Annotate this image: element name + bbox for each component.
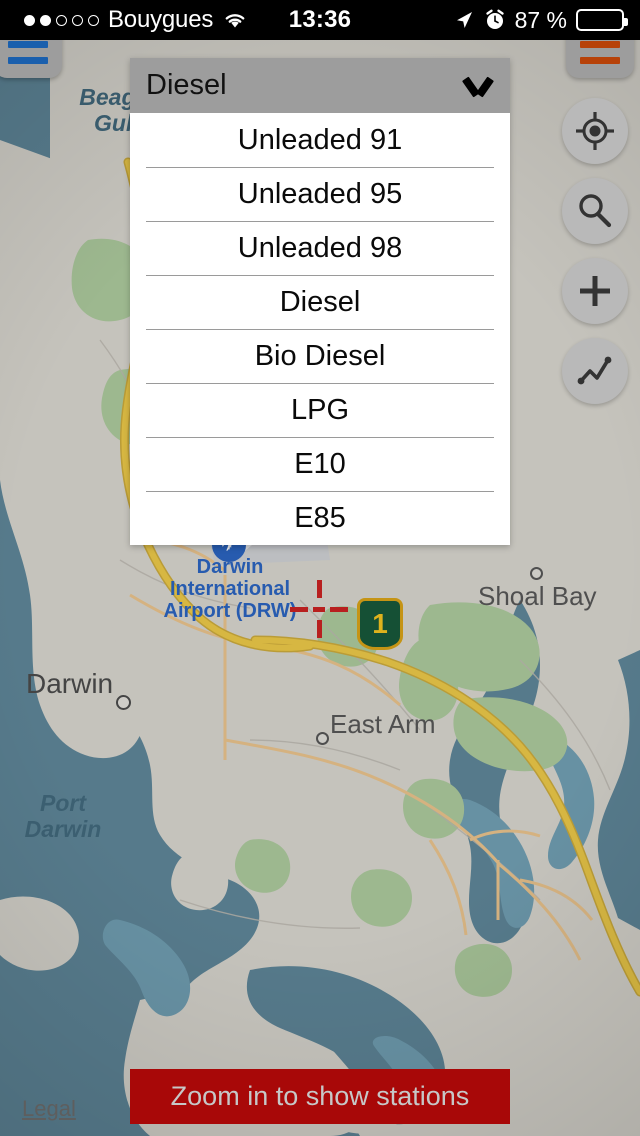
location-arrow-icon: [456, 12, 472, 28]
alarm-clock-icon: [485, 9, 504, 29]
fuel-option-unleaded-91[interactable]: Unleaded 91: [130, 113, 510, 167]
price-trend-button[interactable]: [562, 338, 628, 404]
search-button[interactable]: [562, 178, 628, 244]
battery-icon: [576, 9, 628, 31]
fuel-type-dropdown-header[interactable]: Diesel: [130, 58, 510, 113]
add-button[interactable]: [562, 258, 628, 324]
zoom-in-banner-label: Zoom in to show stations: [170, 1081, 470, 1111]
map-crosshair-marker: [290, 580, 348, 638]
fuel-option-diesel[interactable]: Diesel: [130, 275, 510, 329]
map-highway-shield-1: 1: [357, 598, 403, 650]
fuel-option-e85[interactable]: E85: [130, 491, 510, 545]
map-dot-darwin: [116, 695, 131, 710]
map-dot-east-arm: [316, 732, 329, 745]
crosshair-locate-icon: [576, 112, 614, 150]
fuel-option-bio-diesel[interactable]: Bio Diesel: [130, 329, 510, 383]
fuel-type-selected-label: Diesel: [146, 69, 227, 101]
status-bar-right: 87 %: [453, 0, 628, 40]
fuel-option-unleaded-95[interactable]: Unleaded 95: [130, 167, 510, 221]
trend-chart-icon: [577, 356, 612, 385]
status-bar: Bouygues 13:36 87 %: [0, 0, 640, 40]
chevron-down-icon: [464, 77, 492, 94]
clock-time: 13:36: [288, 6, 352, 33]
magnifier-search-icon: [579, 194, 612, 228]
fuel-type-dropdown[interactable]: Diesel Unleaded 91 Unleaded 95 Unleaded …: [130, 58, 510, 545]
app-screen: Beagle Gulf Port Darwin ✈ Darwin Interna…: [0, 0, 640, 1136]
fuel-option-lpg[interactable]: LPG: [130, 383, 510, 437]
zoom-in-banner[interactable]: Zoom in to show stations: [130, 1069, 510, 1124]
locate-me-button[interactable]: [562, 98, 628, 164]
battery-percent-label: 87 %: [514, 6, 567, 33]
plus-add-icon: [580, 276, 610, 306]
fuel-option-e10[interactable]: E10: [130, 437, 510, 491]
fuel-option-unleaded-98[interactable]: Unleaded 98: [130, 221, 510, 275]
map-dot-shoal-bay: [530, 567, 543, 580]
legal-link[interactable]: Legal: [22, 1096, 76, 1122]
fuel-type-option-list: Unleaded 91 Unleaded 95 Unleaded 98 Dies…: [130, 113, 510, 545]
